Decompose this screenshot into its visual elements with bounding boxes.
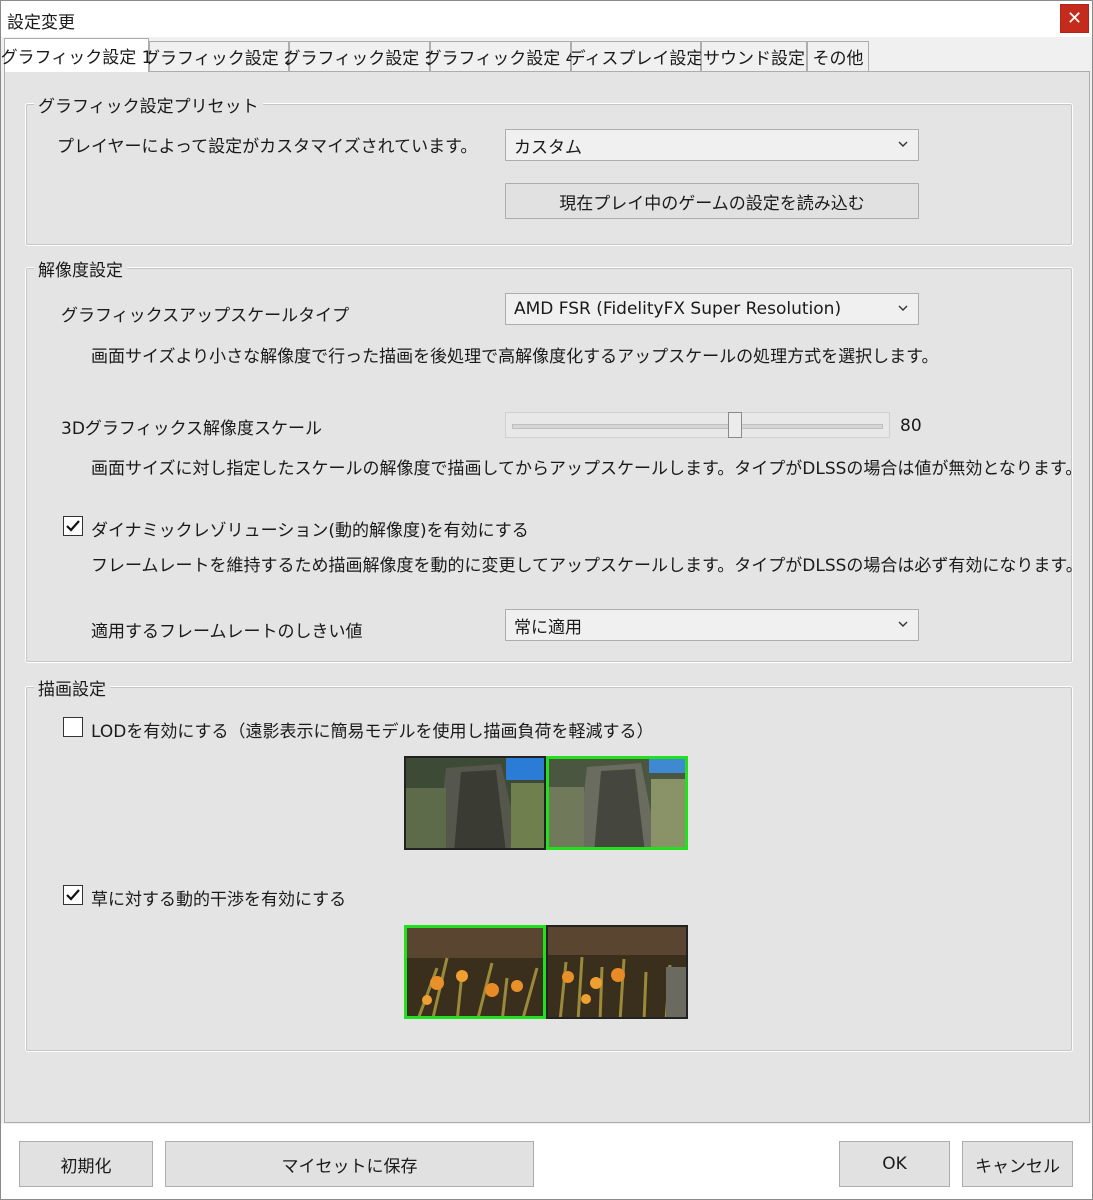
title-bar: 設定変更 ✕	[1, 1, 1092, 37]
tab-graphics-4[interactable]: グラフィック設定 4	[425, 41, 576, 71]
load-current-settings-button[interactable]: 現在プレイ中のゲームの設定を読み込む	[505, 183, 919, 219]
preset-group-label: グラフィック設定プリセット	[34, 92, 263, 117]
preset-group: グラフィック設定プリセット	[25, 92, 1073, 246]
resolution-group-label: 解像度設定	[34, 256, 127, 281]
settings-window: 設定変更 ✕ グラフィック設定 1 グラフィック設定 2 グラフィック設定 3 …	[0, 0, 1093, 1200]
resolution-scale-slider[interactable]	[505, 412, 890, 438]
reset-button[interactable]: 初期化	[19, 1141, 153, 1187]
preset-status-text: プレイヤーによって設定がカスタマイズされています。	[57, 137, 478, 157]
render-group-label: 描画設定	[34, 675, 110, 700]
tab-sound[interactable]: サウンド設定	[701, 41, 807, 71]
close-button[interactable]: ✕	[1060, 4, 1089, 33]
lod-checkbox[interactable]	[63, 717, 83, 737]
tab-display[interactable]: ディスプレイ設定	[569, 41, 703, 71]
window-title: 設定変更	[7, 13, 75, 33]
grass-interaction-label: 草に対する動的干渉を有効にする	[91, 890, 347, 910]
upscale-type-value: AMD FSR (FidelityFX Super Resolution)	[514, 299, 842, 319]
framerate-threshold-value: 常に適用	[514, 617, 582, 638]
resolution-scale-label: 3Dグラフィックス解像度スケール	[61, 419, 323, 439]
tab-graphics-3[interactable]: グラフィック設定 3	[284, 41, 435, 71]
chevron-down-icon	[898, 621, 908, 627]
framerate-threshold-combo[interactable]: 常に適用	[505, 609, 919, 641]
dynamic-resolution-description: フレームレートを維持するため描画解像度を動的に変更してアップスケールします。タイ…	[91, 556, 1083, 576]
lod-on-preview-image[interactable]	[546, 756, 688, 850]
close-icon: ✕	[1066, 8, 1083, 29]
preset-combo-value: カスタム	[514, 137, 582, 158]
tab-graphics-2[interactable]: グラフィック設定 2	[143, 41, 295, 71]
save-to-myset-button[interactable]: マイセットに保存	[165, 1141, 534, 1187]
resolution-scale-value: 80	[900, 416, 922, 436]
slider-rail	[512, 424, 883, 429]
preset-combo[interactable]: カスタム	[505, 129, 919, 161]
resolution-scale-slider-thumb[interactable]	[727, 412, 742, 438]
dynamic-resolution-label: ダイナミックレゾリューション(動的解像度)を有効にする	[91, 521, 529, 541]
resolution-scale-description: 画面サイズに対し指定したスケールの解像度で描画してからアップスケールします。タイ…	[91, 459, 1083, 479]
ok-button[interactable]: OK	[839, 1141, 950, 1187]
checkmark-icon	[66, 520, 80, 532]
tab-other[interactable]: その他	[807, 41, 869, 71]
upscale-type-description: 画面サイズより小さな解像度で行った描画を後処理で高解像度化するアップスケールの処…	[91, 347, 939, 367]
tab-graphics-1[interactable]: グラフィック設定 1	[1, 38, 152, 72]
grass-on-preview-image[interactable]	[404, 925, 546, 1019]
checkmark-icon	[66, 889, 80, 901]
chevron-down-icon	[898, 305, 908, 311]
footer-bar: 初期化 マイセットに保存 OK キャンセル	[1, 1124, 1092, 1199]
chevron-down-icon	[898, 141, 908, 147]
tab-panel: グラフィック設定プリセット プレイヤーによって設定がカスタマイズされています。 …	[4, 71, 1090, 1123]
upscale-type-label: グラフィックスアップスケールタイプ	[61, 306, 350, 326]
cancel-button[interactable]: キャンセル	[962, 1141, 1073, 1187]
upscale-type-combo[interactable]: AMD FSR (FidelityFX Super Resolution)	[505, 293, 919, 325]
grass-interaction-checkbox[interactable]	[63, 885, 83, 905]
dynamic-resolution-checkbox[interactable]	[63, 516, 83, 536]
framerate-threshold-label: 適用するフレームレートのしきい値	[91, 622, 363, 642]
lod-label: LODを有効にする（遠影表示に簡易モデルを使用し描画負荷を軽減する）	[91, 722, 654, 742]
lod-off-preview-image[interactable]	[404, 756, 546, 850]
grass-off-preview-image[interactable]	[546, 925, 688, 1019]
